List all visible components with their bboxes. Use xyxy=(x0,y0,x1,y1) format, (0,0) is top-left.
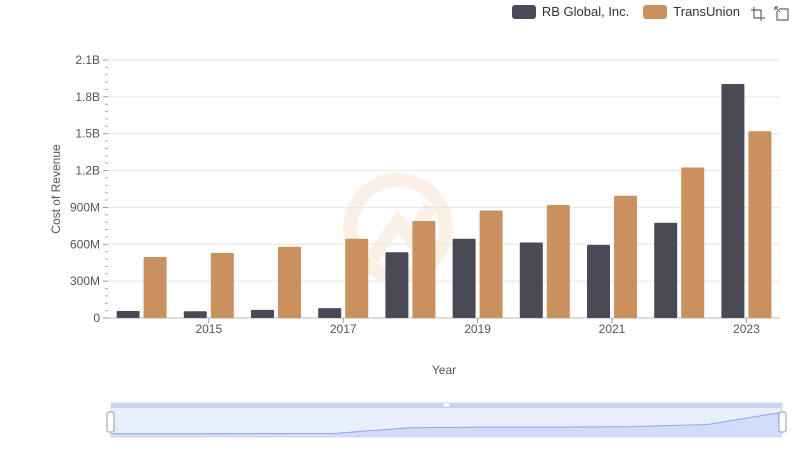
bar-transunion-2014[interactable] xyxy=(143,256,167,318)
bar-rb-global-2021[interactable] xyxy=(587,244,610,318)
bar-transunion-2018[interactable] xyxy=(412,220,436,318)
zoom-select-icon[interactable] xyxy=(750,6,766,22)
bar-rb-global-2016[interactable] xyxy=(251,309,274,318)
x-tick-label: 2015 xyxy=(195,322,222,336)
legend-label-transunion: TransUnion xyxy=(673,4,740,19)
bar-transunion-2020[interactable] xyxy=(546,204,570,318)
x-tick-label: 2023 xyxy=(733,322,760,336)
bar-transunion-2022[interactable] xyxy=(681,167,705,319)
bar-rb-global-2017[interactable] xyxy=(318,308,342,318)
bar-rb-global-2019[interactable] xyxy=(452,238,476,318)
y-tick-label: 600M xyxy=(70,237,100,251)
chart-toolbar xyxy=(750,6,790,22)
bar-transunion-2019[interactable] xyxy=(479,210,503,319)
x-tick-label: 2017 xyxy=(330,322,357,336)
bar-transunion-2016[interactable] xyxy=(278,246,301,318)
bar-rb-global-2014[interactable] xyxy=(116,310,140,318)
bar-transunion-2017[interactable] xyxy=(345,238,369,318)
bar-transunion-2023[interactable] xyxy=(748,131,772,318)
y-tick-label: 1.8B xyxy=(75,90,100,104)
range-handle-left[interactable] xyxy=(106,411,115,433)
x-axis-title: Year xyxy=(432,363,456,377)
legend: RB Global, Inc. TransUnion xyxy=(511,4,740,19)
x-tick-label: 2021 xyxy=(599,322,626,336)
legend-swatch-rb-global xyxy=(511,4,536,19)
bar-rb-global-2020[interactable] xyxy=(519,242,543,318)
y-tick-label: 300M xyxy=(70,274,100,288)
y-tick-label: 1.5B xyxy=(75,127,100,141)
bar-rb-global-2018[interactable] xyxy=(385,252,409,318)
y-tick-label: 900M xyxy=(70,200,100,214)
y-tick-label: 1.2B xyxy=(75,164,100,178)
y-tick-label: 2.1B xyxy=(75,53,100,67)
y-tick-label: 0 xyxy=(93,311,100,325)
y-axis-title: Cost of Revenue xyxy=(49,144,63,234)
legend-item-rb-global[interactable]: RB Global, Inc. xyxy=(511,4,630,19)
bar-transunion-2021[interactable] xyxy=(614,195,637,318)
bar-rb-global-2022[interactable] xyxy=(654,222,678,318)
legend-swatch-transunion xyxy=(643,4,668,19)
bar-rb-global-2023[interactable] xyxy=(721,83,745,318)
chart-canvas: 0 300M 600M 900M 1.2B 1.5B 1.8B 2.1B 2015 2017 201… xyxy=(49,53,787,438)
range-handle-right[interactable] xyxy=(778,411,787,433)
x-tick-label: 2019 xyxy=(464,322,491,336)
legend-label-rb-global: RB Global, Inc. xyxy=(541,4,630,19)
bar-rb-global-2015[interactable] xyxy=(183,311,207,318)
range-drag-handle[interactable] xyxy=(442,402,451,408)
legend-item-transunion[interactable]: TransUnion xyxy=(643,4,740,19)
reset-zoom-icon[interactable] xyxy=(774,6,790,22)
bar-transunion-2015[interactable] xyxy=(210,252,234,318)
